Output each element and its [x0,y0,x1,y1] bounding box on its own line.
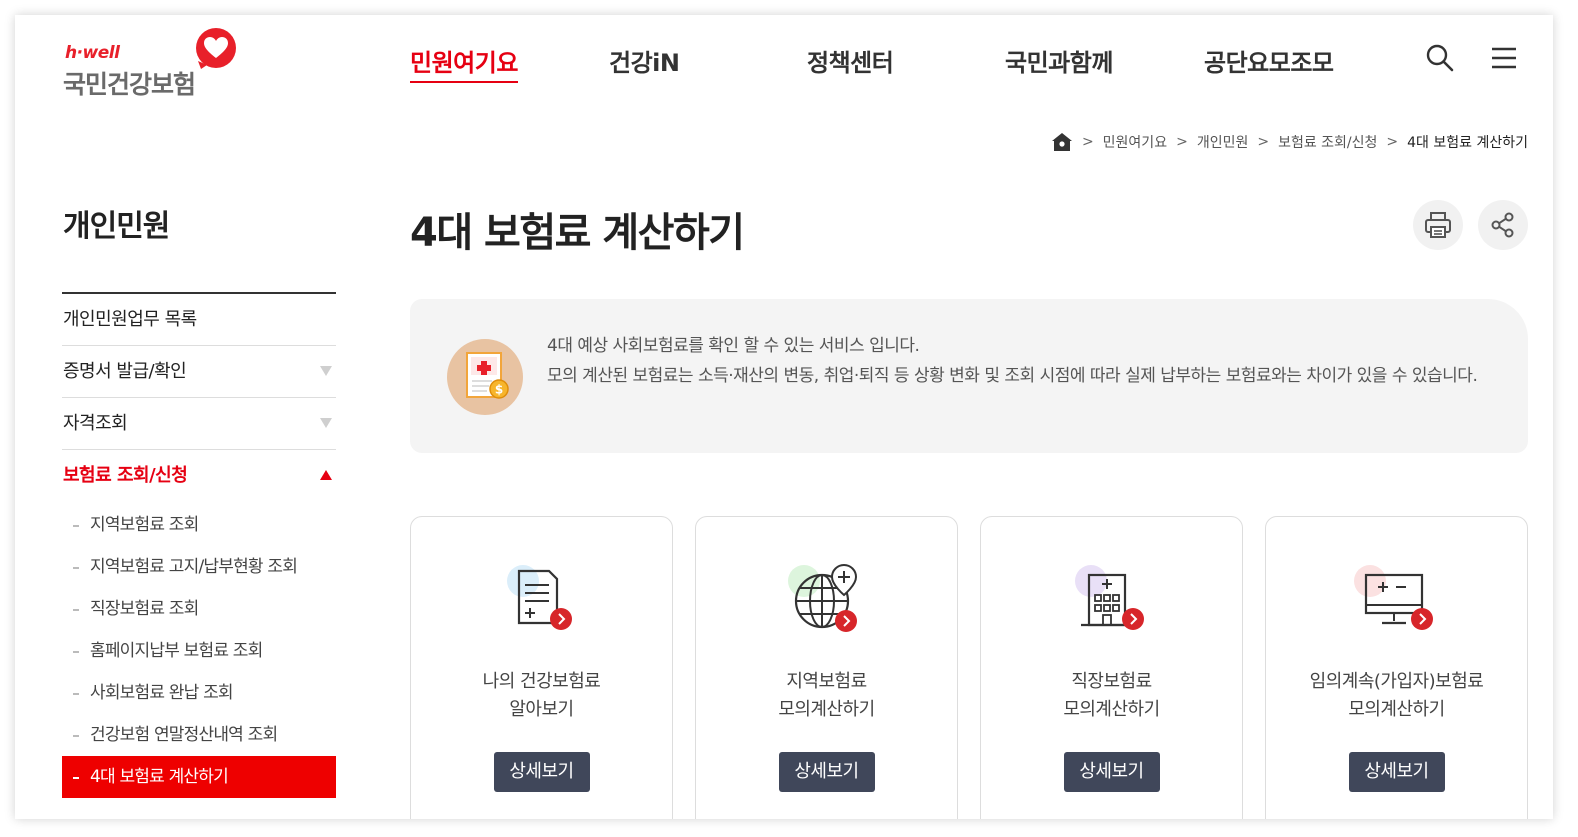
breadcrumb-separator: > [1257,134,1270,150]
lnb-item-label: 보험료 조회/신청 [63,465,188,486]
card-label: 직장보험료 모의계산하기 [981,668,1242,724]
lnb-item-certificate[interactable]: 증명서 발급/확인 [62,346,336,398]
lnb-submenu: 지역보험료 조회 지역보험료 고지/납부현황 조회 직장보험료 조회 홈페이지납… [62,502,336,798]
lnb-sub-item[interactable]: 홈페이지납부 보험료 조회 [62,630,336,672]
breadcrumb-separator: > [1081,134,1094,150]
card-label-line-1: 나의 건강보험료 [482,671,601,692]
lnb-sub-item-active[interactable]: 4대 보험료 계산하기 [62,756,336,798]
home-icon[interactable] [1051,132,1073,152]
site-logo[interactable]: h·well 국민건강보험 [63,27,253,99]
lnb-item-list[interactable]: 개인민원업무 목록 [62,294,336,346]
globe-location-icon [788,563,858,632]
gnb-item-about[interactable]: 공단요모조모 [1204,43,1334,78]
icon-tint [1354,565,1386,597]
page-frame: h·well 국민건강보험 민원여기요 건강iN 정책센터 국민과함께 공단요모… [15,15,1553,819]
lnb-item-label: 개인민원업무 목록 [63,309,197,330]
card-label-line-1: 지역보험료 [786,671,867,692]
print-icon [1425,212,1451,238]
building-icon [1075,565,1144,630]
card-label-line-2: 모의계산하기 [1063,699,1160,720]
gnb-item-together[interactable]: 국민과함께 [1005,43,1113,78]
breadcrumb-separator: > [1176,134,1188,150]
lnb-title: 개인민원 [63,209,170,244]
card-label: 지역보험료 모의계산하기 [696,668,957,724]
lnb-sub-item[interactable]: 사회보험료 완납 조회 [62,672,336,714]
chevron-down-icon [320,418,332,428]
info-text: 4대 예상 사회보험료를 확인 할 수 있는 서비스 입니다. 모의 계산된 보… [547,331,1497,391]
gnb-item-health-in[interactable]: 건강iN [609,43,680,78]
lnb-item-qualification[interactable]: 자격조회 [62,398,336,450]
share-icon [1491,212,1514,238]
chevron-down-icon [320,366,332,376]
detail-button[interactable]: 상세보기 [493,752,590,792]
gnb-item-civil[interactable]: 민원여기요 [410,43,518,83]
document-plus-icon [507,565,572,630]
print-button[interactable] [1413,200,1463,250]
breadcrumb-item-premium[interactable]: 보험료 조회/신청 [1278,132,1377,152]
breadcrumb-item-personal[interactable]: 개인민원 [1197,132,1249,152]
card-my-premium: 나의 건강보험료 알아보기 상세보기 [410,516,673,819]
card-label-line-2: 모의계산하기 [778,699,875,720]
detail-button[interactable]: 상세보기 [1348,752,1445,792]
breadcrumb-item-civil[interactable]: 민원여기요 [1103,132,1167,152]
side-navigation: 개인민원업무 목록 증명서 발급/확인 자격조회 보험료 조회/신청 지역보험료… [62,292,336,798]
lnb-item-premium[interactable]: 보험료 조회/신청 [62,450,336,502]
page-title: 4대 보험료 계산하기 [410,210,745,256]
card-voluntary-premium: 임의계속(가입자)보험료 모의계산하기 상세보기 [1265,516,1528,819]
logo-tagline: h·well [65,43,120,63]
menu-icon[interactable] [1489,43,1519,73]
lnb-sub-item[interactable]: 지역보험료 고지/납부현황 조회 [62,546,336,588]
logo-name: 국민건강보험 [63,70,196,99]
info-line-1: 4대 예상 사회보험료를 확인 할 수 있는 서비스 입니다. [547,336,920,356]
breadcrumb: > 민원여기요 > 개인민원 > 보험료 조회/신청 > 4대 보험료 계산하기 [1051,131,1528,153]
share-button[interactable] [1478,200,1528,250]
card-regional-premium: 지역보험료 모의계산하기 상세보기 [695,516,958,819]
card-label-line-2: 알아보기 [509,699,574,720]
lnb-item-label: 증명서 발급/확인 [63,361,187,382]
card-label: 나의 건강보험료 알아보기 [411,668,672,724]
card-workplace-premium: 직장보험료 모의계산하기 상세보기 [980,516,1243,819]
heart-logo-icon [196,28,236,69]
search-icon[interactable] [1425,43,1455,73]
card-label-line-1: 직장보험료 [1071,671,1152,692]
card-label-line-1: 임의계속(가입자)보험료 [1309,671,1484,692]
detail-button[interactable]: 상세보기 [778,752,875,792]
lnb-sub-item[interactable]: 직장보험료 조회 [62,588,336,630]
card-label-line-2: 모의계산하기 [1348,699,1445,720]
info-line-2: 모의 계산된 보험료는 소득·재산의 변동, 취업·퇴직 등 상황 변화 및 조… [547,366,1478,386]
document-coin-icon: $ [447,339,523,415]
lnb-item-label: 자격조회 [63,413,128,434]
icon-tint [1075,565,1107,597]
detail-button[interactable]: 상세보기 [1063,752,1160,792]
gnb-item-policy[interactable]: 정책센터 [807,43,894,78]
lnb-sub-item[interactable]: 건강보험 연말정산내역 조회 [62,714,336,756]
breadcrumb-separator: > [1386,134,1399,150]
breadcrumb-item-current: 4대 보험료 계산하기 [1407,135,1528,151]
card-label: 임의계속(가입자)보험료 모의계산하기 [1266,668,1527,724]
monitor-calculator-icon [1354,565,1433,630]
chevron-up-icon [320,470,332,480]
lnb-sub-item[interactable]: 지역보험료 조회 [62,504,336,546]
svg-text:$: $ [495,383,503,397]
info-box: $ 4대 예상 사회보험료를 확인 할 수 있는 서비스 입니다. 모의 계산된… [410,299,1528,453]
